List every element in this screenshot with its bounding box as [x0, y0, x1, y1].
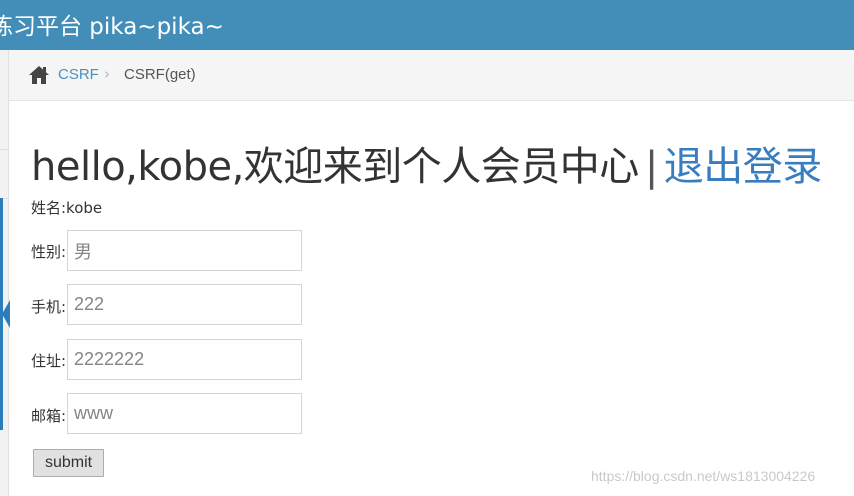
welcome-heading: hello,kobe,欢迎来到个人会员中心: [31, 144, 639, 190]
username-display: 姓名:kobe: [31, 199, 103, 217]
title-separator: |: [644, 144, 658, 190]
gender-input[interactable]: [67, 230, 302, 271]
breadcrumb-separator: ›: [104, 65, 110, 83]
address-input[interactable]: [67, 339, 302, 380]
top-navbar: 练习平台 pika~pika~: [0, 0, 854, 50]
email-label: 邮箱:: [31, 407, 67, 425]
email-input[interactable]: [67, 393, 302, 434]
phone-label: 手机:: [31, 298, 67, 316]
breadcrumb-link-csrf[interactable]: CSRF: [58, 66, 99, 83]
address-label: 住址:: [31, 352, 67, 370]
breadcrumb-current: CSRF(get): [124, 66, 196, 83]
sidebar-divider: [0, 149, 8, 150]
submit-button[interactable]: submit: [33, 449, 104, 477]
home-icon[interactable]: [28, 65, 50, 85]
watermark: https://blog.csdn.net/ws1813004226: [591, 468, 816, 484]
breadcrumb: CSRF › CSRF(get): [9, 50, 854, 101]
gender-label: 性别:: [31, 243, 67, 261]
phone-input[interactable]: [67, 284, 302, 325]
page-title: hello,kobe,欢迎来到个人会员中心 | 退出登录: [31, 134, 822, 192]
logout-link[interactable]: 退出登录: [664, 144, 823, 190]
app-brand-title[interactable]: 练习平台 pika~pika~: [0, 7, 224, 41]
sidebar-active-pointer: [2, 300, 10, 328]
sidebar-collapsed: [0, 50, 10, 496]
